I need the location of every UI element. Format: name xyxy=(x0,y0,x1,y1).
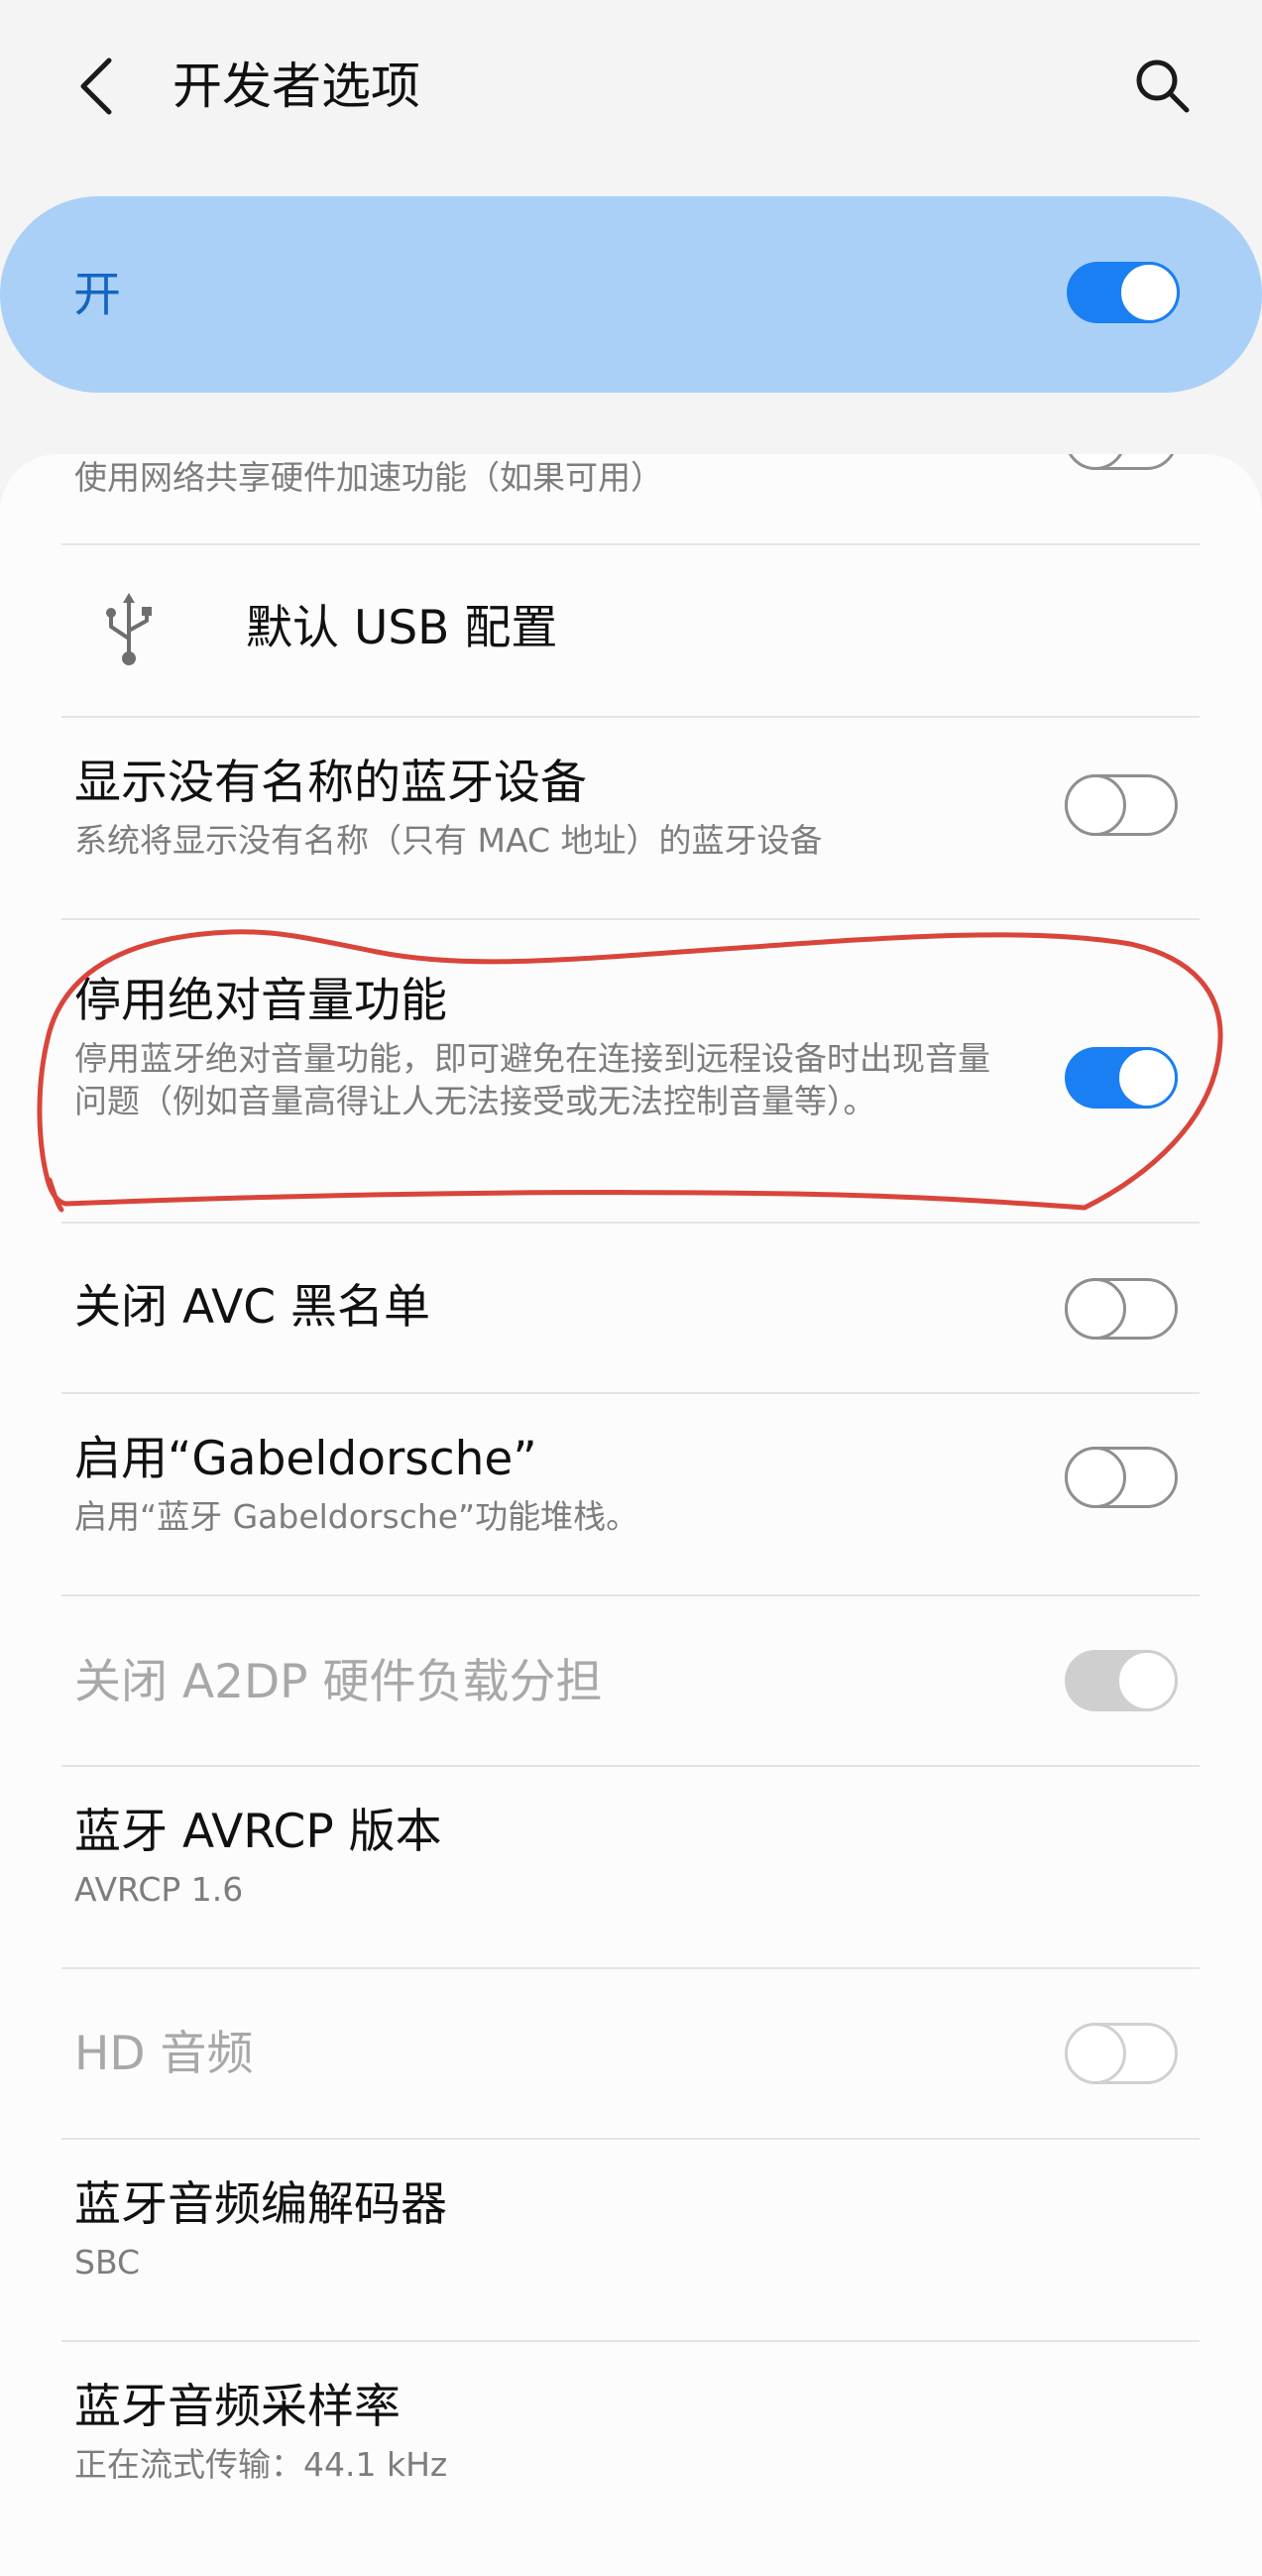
toggle-knob xyxy=(1116,1650,1178,1711)
setting-title: 关闭 A2DP 硬件负载分担 xyxy=(74,1655,603,1709)
setting-toggle[interactable] xyxy=(1065,1447,1178,1508)
setting-disable-avc-blacklist[interactable]: 关闭 AVC 黑名单 xyxy=(0,1224,1262,1392)
setting-show-unnamed-bt-devices[interactable]: 显示没有名称的蓝牙设备 系统将显示没有名称（只有 MAC 地址）的蓝牙设备 xyxy=(0,718,1262,918)
app-bar: 开发者选项 xyxy=(0,0,1262,178)
setting-title: 蓝牙音频采样率 xyxy=(74,2380,401,2434)
setting-toggle[interactable] xyxy=(1065,774,1178,836)
developer-options-master-switch[interactable]: 开 xyxy=(0,196,1262,393)
setting-hd-audio: HD 音频 xyxy=(0,1969,1262,2138)
setting-enable-gabeldorsche[interactable]: 启用“Gabeldorsche” 启用“蓝牙 Gabeldorsche”功能堆栈… xyxy=(0,1394,1262,1594)
back-button[interactable] xyxy=(61,52,131,121)
setting-subtitle: 使用网络共享硬件加速功能（如果可用） xyxy=(74,458,663,497)
search-button[interactable] xyxy=(1128,52,1198,121)
setting-toggle[interactable] xyxy=(1065,454,1178,470)
search-icon xyxy=(1136,59,1190,113)
setting-title: 蓝牙音频编解码器 xyxy=(74,2177,447,2232)
toggle-knob xyxy=(1116,1047,1178,1109)
setting-title: 启用“Gabeldorsche” xyxy=(74,1432,537,1486)
page-title: 开发者选项 xyxy=(172,58,420,115)
setting-title: 关闭 AVC 黑名单 xyxy=(74,1280,430,1335)
setting-tethering-hw-acceleration[interactable]: 使用网络共享硬件加速功能（如果可用） xyxy=(0,454,1262,543)
setting-toggle xyxy=(1065,2023,1178,2084)
setting-subtitle: 正在流式传输：44.1 kHz xyxy=(74,2445,448,2484)
setting-toggle[interactable] xyxy=(1065,1047,1178,1109)
setting-subtitle: 系统将显示没有名称（只有 MAC 地址）的蓝牙设备 xyxy=(74,821,823,860)
usb-icon xyxy=(106,593,152,665)
toggle-knob xyxy=(1065,1447,1126,1508)
setting-title: 停用绝对音量功能 xyxy=(74,974,447,1028)
toggle-knob xyxy=(1065,2023,1126,2084)
setting-title: HD 音频 xyxy=(74,2027,254,2081)
master-switch-label: 开 xyxy=(73,267,122,322)
toggle-knob xyxy=(1065,454,1126,470)
setting-bt-avrcp-version[interactable]: 蓝牙 AVRCP 版本 AVRCP 1.6 xyxy=(0,1767,1262,1967)
setting-title: 默认 USB 配置 xyxy=(246,601,558,655)
setting-disable-absolute-volume[interactable]: 停用绝对音量功能 停用蓝牙绝对音量功能，即可避免在连接到远程设备时出现音量问题（… xyxy=(0,920,1262,1222)
setting-toggle xyxy=(1065,1650,1178,1711)
setting-title: 蓝牙 AVRCP 版本 xyxy=(74,1805,442,1859)
setting-subtitle: 停用蓝牙绝对音量功能，即可避免在连接到远程设备时出现音量问题（例如音量高得让人无… xyxy=(74,1039,990,1120)
chevron-left-icon xyxy=(80,58,112,115)
toggle-knob xyxy=(1065,774,1126,836)
setting-bt-audio-codec[interactable]: 蓝牙音频编解码器 SBC xyxy=(0,2140,1262,2340)
setting-default-usb-config[interactable]: 默认 USB 配置 xyxy=(0,545,1262,716)
master-toggle[interactable] xyxy=(1067,262,1180,323)
setting-subtitle: SBC xyxy=(74,2243,141,2282)
toggle-knob xyxy=(1118,262,1180,323)
toggle-knob xyxy=(1065,1278,1126,1340)
setting-subtitle: 启用“蓝牙 Gabeldorsche”功能堆栈。 xyxy=(74,1497,639,1536)
setting-bt-audio-sample-rate[interactable]: 蓝牙音频采样率 正在流式传输：44.1 kHz xyxy=(0,2342,1262,2542)
setting-toggle[interactable] xyxy=(1065,1278,1178,1340)
setting-title: 显示没有名称的蓝牙设备 xyxy=(74,756,587,810)
setting-subtitle: AVRCP 1.6 xyxy=(74,1870,244,1909)
settings-list: 使用网络共享硬件加速功能（如果可用） 默认 USB 配置 显示没有名称的蓝牙设备… xyxy=(0,454,1262,2576)
setting-disable-a2dp-offload: 关闭 A2DP 硬件负载分担 xyxy=(0,1596,1262,1765)
